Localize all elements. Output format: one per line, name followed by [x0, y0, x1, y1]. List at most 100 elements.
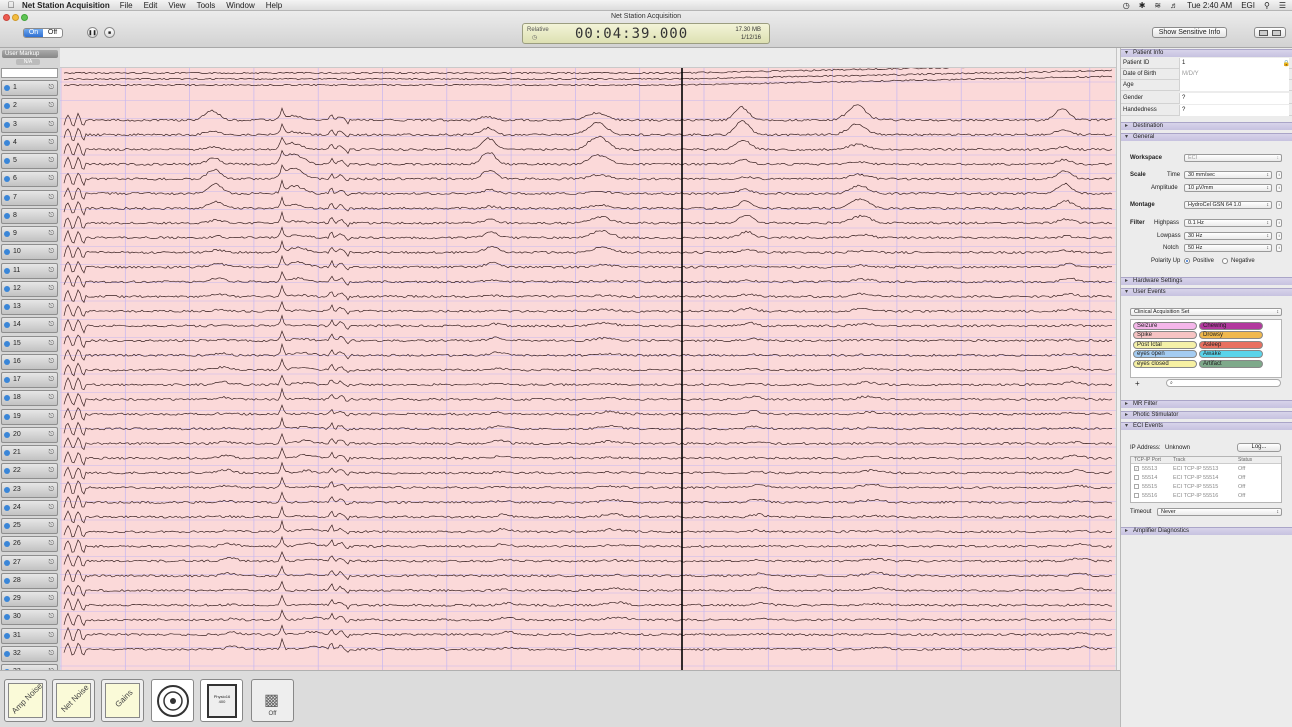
eye-icon[interactable]: ⎋ — [48, 175, 54, 183]
channel-row[interactable]: 20 ⎋ — [1, 426, 58, 443]
menu-help[interactable]: Help — [266, 1, 282, 10]
user-markup-header[interactable]: User Markup — [2, 50, 58, 58]
eye-icon[interactable]: ⎋ — [48, 267, 54, 275]
net-noise-button[interactable]: Net Noise — [52, 679, 95, 722]
channel-row[interactable]: 17 ⎋ — [1, 372, 58, 388]
menu-tools[interactable]: Tools — [197, 1, 216, 10]
channel-row[interactable]: 13 ⎋ — [1, 299, 58, 315]
tag-eyes-closed[interactable]: eyes closed — [1133, 360, 1197, 368]
tag-seizure[interactable]: Seizure — [1133, 322, 1197, 330]
time-scale-select[interactable]: 30 mm/sec — [1184, 171, 1272, 179]
single-pane-icon[interactable] — [1259, 29, 1268, 36]
highpass-stepper[interactable]: ↕ — [1276, 219, 1282, 227]
channel-row[interactable]: 10 ⎋ — [1, 244, 58, 261]
eye-icon[interactable]: ⎋ — [48, 376, 54, 384]
eye-icon[interactable]: ⎋ — [48, 540, 54, 548]
channel-color-icon[interactable] — [4, 632, 10, 639]
channel-color-icon[interactable] — [4, 212, 10, 219]
impedance-button[interactable] — [151, 679, 194, 722]
gains-button[interactable]: Gains — [101, 679, 144, 722]
tag-eyes-open[interactable]: eyes open — [1133, 350, 1197, 358]
notch-select[interactable]: 50 Hz — [1184, 244, 1272, 252]
eye-icon[interactable]: ⎋ — [48, 413, 54, 421]
eye-icon[interactable]: ⎋ — [48, 577, 54, 585]
eye-icon[interactable]: ⎋ — [48, 559, 54, 567]
clock[interactable]: Tue 2:40 AM — [1187, 1, 1232, 10]
channel-color-icon[interactable] — [4, 650, 10, 657]
channel-row[interactable]: 16 ⎋ — [1, 353, 58, 370]
channel-color-icon[interactable] — [4, 231, 10, 237]
relative-label[interactable]: Relative — [527, 27, 549, 33]
eci-events-header[interactable]: ▾ ECI Events — [1121, 422, 1292, 430]
handedness-select[interactable]: ? — [1179, 105, 1289, 116]
eeg-traces[interactable] — [60, 68, 1116, 670]
channel-color-icon[interactable] — [4, 395, 10, 402]
channel-row[interactable]: 24 ⎋ — [1, 499, 58, 516]
hardware-settings-header[interactable]: ▸ Hardware Settings — [1121, 277, 1292, 285]
channel-row[interactable]: 15 ⎋ — [1, 335, 58, 352]
channel-row[interactable]: 28 ⎋ — [1, 572, 58, 589]
channel-color-icon[interactable] — [4, 614, 10, 621]
eye-icon[interactable]: ⎋ — [48, 340, 54, 348]
channel-color-icon[interactable] — [4, 413, 10, 420]
show-sensitive-info-button[interactable]: Show Sensitive Info — [1152, 27, 1227, 38]
notch-stepper[interactable]: ↕ — [1276, 244, 1282, 252]
app-menu[interactable]: Net Station Acquisition — [22, 1, 110, 10]
workspace-select[interactable]: ECI — [1184, 154, 1282, 162]
port-checkbox[interactable] — [1134, 493, 1139, 498]
eye-icon[interactable]: ⎋ — [48, 650, 54, 658]
amp-noise-button[interactable]: Amp Noise — [4, 679, 47, 722]
channel-row[interactable]: 11 ⎋ — [1, 262, 58, 279]
channel-row[interactable]: 1 ⎋ — [1, 80, 58, 96]
channel-row[interactable]: 26 ⎋ — [1, 536, 58, 553]
eeg-display[interactable] — [60, 48, 1116, 670]
channel-color-icon[interactable] — [4, 596, 10, 602]
eye-icon[interactable]: ⎋ — [48, 157, 54, 165]
montage-select[interactable]: HydroCel GSN 64 1.0 — [1184, 201, 1272, 209]
port-checkbox[interactable] — [1134, 484, 1139, 489]
highpass-select[interactable]: 0.1 Hz — [1184, 219, 1272, 227]
add-event-button[interactable]: + — [1135, 379, 1140, 388]
port-checkbox[interactable]: ✓ — [1134, 466, 1139, 471]
channel-color-icon[interactable] — [4, 468, 10, 475]
eye-icon[interactable]: ⎋ — [48, 504, 54, 512]
eye-icon[interactable]: ⎋ — [48, 632, 54, 640]
event-set-select[interactable]: Clinical Acquisition Set — [1130, 308, 1282, 316]
table-row[interactable]: ✓ 55513 ECI TCP-IP 55513 Off — [1131, 465, 1281, 474]
eye-icon[interactable]: ⎋ — [48, 139, 54, 147]
channel-color-icon[interactable] — [4, 322, 10, 329]
eye-icon[interactable]: ⎋ — [48, 486, 54, 494]
apple-menu-icon[interactable]:  — [0, 0, 22, 10]
user-name[interactable]: EGI — [1241, 1, 1255, 10]
eye-icon[interactable]: ⎋ — [48, 303, 54, 311]
eye-icon[interactable]: ⎋ — [48, 613, 54, 621]
menu-view[interactable]: View — [168, 1, 185, 10]
channel-row[interactable]: 9 ⎋ — [1, 226, 58, 242]
channel-color-icon[interactable] — [4, 450, 10, 456]
eye-icon[interactable]: ⎋ — [48, 194, 54, 202]
general-header[interactable]: ▾ General — [1121, 133, 1292, 141]
polarity-positive-radio[interactable] — [1184, 258, 1190, 264]
log-button[interactable]: Log... — [1237, 443, 1281, 452]
tag-post-ictal[interactable]: Post Ictal — [1133, 341, 1197, 349]
channel-row[interactable]: 18 ⎋ — [1, 390, 58, 407]
stop-button[interactable]: ■ — [104, 27, 115, 38]
on-button[interactable]: On — [24, 29, 43, 37]
channel-row[interactable]: 3 ⎋ — [1, 116, 58, 133]
timeout-select[interactable]: Never — [1157, 508, 1282, 516]
eye-icon[interactable]: ⎋ — [48, 449, 54, 457]
channel-row[interactable]: 6 ⎋ — [1, 171, 58, 188]
channel-row[interactable]: 19 ⎋ — [1, 408, 58, 425]
channel-color-icon[interactable] — [4, 541, 10, 548]
event-track[interactable] — [60, 48, 1116, 68]
eye-icon[interactable]: ⎋ — [48, 102, 54, 110]
channel-color-icon[interactable] — [4, 504, 10, 511]
channel-color-icon[interactable] — [4, 377, 10, 383]
channel-row[interactable]: 5 ⎋ — [1, 153, 58, 169]
pause-button[interactable]: ❚❚ — [87, 27, 98, 38]
eye-icon[interactable]: ⎋ — [48, 121, 54, 129]
wifi-icon[interactable]: ≋ — [1154, 1, 1161, 10]
channel-row[interactable]: 14 ⎋ — [1, 317, 58, 334]
eye-icon[interactable]: ⎋ — [48, 595, 54, 603]
timemachine-icon[interactable]: ◷ — [1123, 1, 1130, 10]
